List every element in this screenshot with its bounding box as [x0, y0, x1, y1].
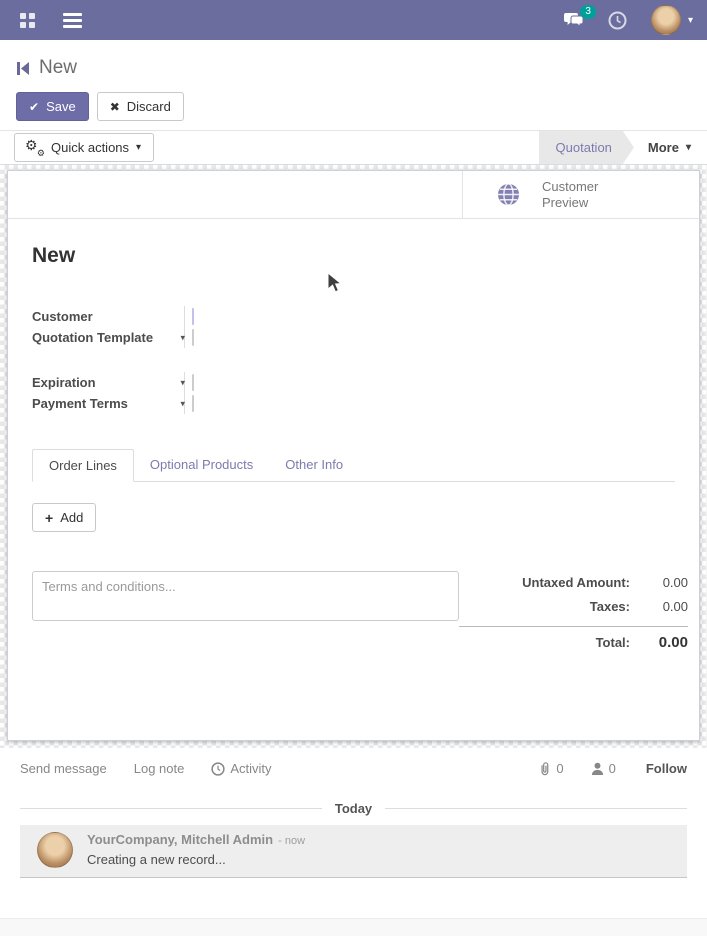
messages-icon[interactable]: 3 [564, 12, 584, 29]
chevron-down-icon: ▾ [180, 332, 185, 343]
clock-icon [211, 762, 225, 776]
field-group-customer: Customer Quotation Template ▾ [32, 306, 675, 348]
user-avatar[interactable] [651, 5, 681, 35]
untaxed-amount-label: Untaxed Amount: [522, 575, 630, 590]
total-label: Total: [596, 635, 630, 650]
untaxed-amount-row: Untaxed Amount: 0.00 [459, 575, 688, 599]
chevron-down-icon: ▾ [688, 15, 693, 26]
payment-terms-select[interactable]: ▾ [192, 395, 194, 412]
unread-count-badge: 3 [580, 5, 596, 19]
taxes-value: 0.00 [630, 599, 688, 614]
customer-preview-button[interactable]: Customer Preview [462, 171, 699, 218]
expiration-select[interactable]: ▾ [192, 374, 194, 391]
topbar: 3 ▾ [0, 0, 707, 40]
check-icon: ✔ [29, 101, 39, 113]
activity-clock-icon[interactable] [608, 11, 627, 30]
plus-icon: + [45, 510, 53, 526]
follow-button[interactable]: Follow [646, 761, 687, 776]
taxes-label: Taxes: [590, 599, 630, 614]
taxes-row: Taxes: 0.00 [459, 599, 688, 623]
statusbar: ⚙⚙ Quick actions ▾ Quotation More ▾ [0, 130, 707, 165]
attachment-count: 0 [556, 761, 563, 776]
close-icon: ✖ [110, 101, 120, 113]
attachments-button[interactable]: 0 [538, 761, 563, 776]
globe-icon [497, 183, 520, 206]
tab-optional-products[interactable]: Optional Products [134, 449, 269, 481]
paperclip-icon [538, 761, 551, 776]
message-body: Creating a new record... [87, 852, 305, 867]
person-icon [591, 762, 604, 776]
totals-divider [459, 626, 688, 627]
follower-count: 0 [609, 761, 616, 776]
chevron-down-icon: ▾ [686, 142, 691, 153]
chevron-down-icon: ▾ [180, 398, 185, 409]
message-timestamp: - now [278, 835, 305, 847]
field-label-expiration: Expiration [32, 372, 184, 393]
send-message-button[interactable]: Send message [20, 761, 107, 776]
field-row: Expiration ▾ [32, 372, 675, 393]
discard-button[interactable]: ✖ Discard [97, 92, 184, 121]
field-row: Payment Terms ▾ [32, 393, 675, 414]
chatter: Send message Log note Activity 0 0 Follo… [0, 748, 707, 918]
quotation-template-select[interactable]: ▾ [192, 329, 194, 346]
stage-quotation[interactable]: Quotation [539, 131, 634, 164]
add-line-button[interactable]: + Add [32, 503, 96, 532]
tab-order-lines[interactable]: Order Lines [32, 449, 134, 482]
total-row: Total: 0.00 [459, 634, 688, 658]
tab-other-info[interactable]: Other Info [269, 449, 359, 481]
notebook-tabs: Order Lines Optional Products Other Info [32, 449, 675, 482]
message-author[interactable]: YourCompany, Mitchell Admin [87, 832, 273, 847]
hamburger-menu-icon[interactable] [63, 13, 82, 28]
followers-button[interactable]: 0 [591, 761, 616, 776]
customer-input[interactable] [192, 308, 194, 325]
discard-button-label: Discard [127, 99, 171, 114]
field-label-quotation-template: Quotation Template [32, 327, 184, 348]
page-title: New [39, 57, 77, 79]
quick-actions-label: Quick actions [51, 140, 129, 155]
button-box: Customer Preview [8, 171, 699, 219]
more-dropdown[interactable]: More ▾ [634, 131, 707, 164]
total-value: 0.00 [630, 634, 688, 651]
save-button[interactable]: ✔ Save [16, 92, 89, 121]
field-group-terms: Expiration ▾ Payment Terms ▾ [32, 372, 675, 414]
quick-actions-button[interactable]: ⚙⚙ Quick actions ▾ [14, 133, 154, 162]
gears-icon: ⚙⚙ [27, 140, 44, 155]
form-view-background: Customer Preview New Customer Quotation … [0, 165, 707, 748]
customer-preview-label: Customer Preview [542, 179, 614, 210]
totals-block: Untaxed Amount: 0.00 Taxes: 0.00 Total: … [459, 571, 688, 658]
breadcrumb: New [16, 57, 691, 79]
skip-back-icon[interactable] [16, 61, 30, 76]
stage-label: Quotation [556, 140, 612, 155]
chatter-message: YourCompany, Mitchell Admin - now Creati… [20, 825, 687, 878]
add-line-label: Add [60, 510, 83, 525]
log-note-button[interactable]: Log note [134, 761, 185, 776]
apps-grid-icon[interactable] [20, 13, 35, 28]
untaxed-amount-value: 0.00 [630, 575, 688, 590]
user-menu[interactable]: ▾ [651, 5, 693, 35]
field-label-customer: Customer [32, 306, 184, 327]
chevron-down-icon: ▾ [136, 142, 141, 153]
chevron-down-icon: ▾ [180, 377, 185, 388]
footer-strip [0, 918, 707, 936]
field-row: Quotation Template ▾ [32, 327, 675, 348]
date-divider-label: Today [335, 801, 372, 816]
control-panel: New ✔ Save ✖ Discard [0, 40, 707, 130]
date-divider: Today [20, 801, 687, 816]
more-label: More [648, 140, 679, 155]
record-title: New [32, 244, 675, 268]
terms-and-conditions-input[interactable] [32, 571, 459, 621]
save-button-label: Save [46, 99, 76, 114]
form-sheet: Customer Preview New Customer Quotation … [7, 170, 700, 741]
field-row: Customer [32, 306, 675, 327]
activity-button[interactable]: Activity [211, 761, 271, 776]
message-author-avatar [37, 832, 73, 868]
activity-label: Activity [230, 761, 271, 776]
field-label-payment-terms: Payment Terms [32, 393, 184, 414]
